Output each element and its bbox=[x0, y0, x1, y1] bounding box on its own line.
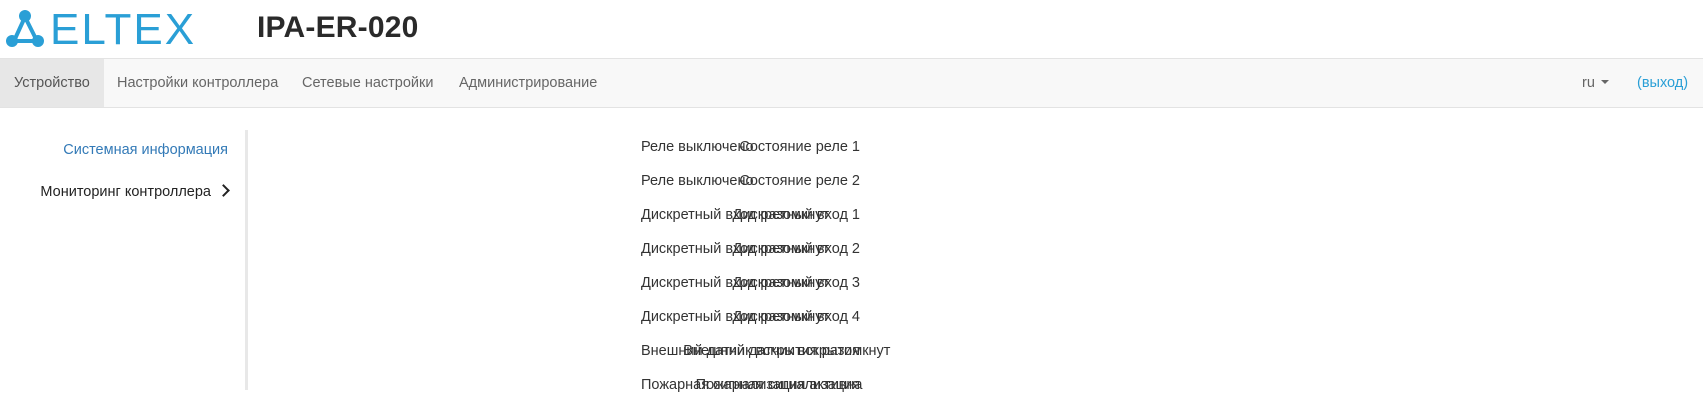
device-title: IPA-ER-020 bbox=[257, 11, 419, 44]
status-value: Реле выключено bbox=[641, 173, 754, 189]
page-header: ELTEX IPA-ER-020 bbox=[0, 0, 1703, 58]
status-row: Состояние реле 2 Реле выключено bbox=[250, 164, 1150, 198]
chevron-right-icon bbox=[217, 184, 230, 197]
status-value: Внешний датчик вскрытия разомкнут bbox=[641, 343, 891, 359]
eltex-logo-text: ELTEX bbox=[50, 8, 196, 48]
status-row: Дискретный вход 4 Дискретный вход разомк… bbox=[250, 300, 1150, 334]
nav-tab-controller-settings[interactable]: Настройки контроллера bbox=[117, 59, 278, 107]
status-value: Пожарная сигнализация активна bbox=[641, 377, 863, 393]
status-value: Дискретный вход разомкнут bbox=[641, 207, 830, 223]
nav-tab-administration[interactable]: Администрирование bbox=[459, 59, 597, 107]
status-value: Дискретный вход разомкнут bbox=[641, 241, 830, 257]
status-value: Дискретный вход разомкнут bbox=[641, 309, 830, 325]
sidebar-item-label: Системная информация bbox=[63, 142, 228, 158]
sidebar-item-label: Мониторинг контроллера bbox=[40, 184, 211, 200]
status-value: Дискретный вход разомкнут bbox=[641, 275, 830, 291]
caret-down-icon bbox=[1600, 80, 1609, 85]
main-navbar: Устройство Настройки контроллера Сетевые… bbox=[0, 58, 1703, 108]
sidebar-item-controller-monitoring[interactable]: Мониторинг контроллера bbox=[40, 184, 230, 200]
nav-tab-device[interactable]: Устройство bbox=[0, 59, 104, 107]
sidebar-item-system-info[interactable]: Системная информация bbox=[63, 142, 228, 158]
status-row: Внешний датчик вскрытия Внешний датчик в… bbox=[250, 334, 1150, 368]
status-label: Состояние реле 2 bbox=[739, 173, 860, 189]
status-row: Дискретный вход 3 Дискретный вход разомк… bbox=[250, 266, 1150, 300]
language-value: ru bbox=[1582, 75, 1595, 91]
language-dropdown[interactable]: ru bbox=[1582, 59, 1609, 107]
eltex-logo[interactable]: ELTEX bbox=[4, 8, 200, 48]
status-label: Состояние реле 1 bbox=[739, 139, 860, 155]
status-value: Реле выключено bbox=[641, 139, 754, 155]
status-row: Дискретный вход 2 Дискретный вход разомк… bbox=[250, 232, 1150, 266]
status-row: Дискретный вход 1 Дискретный вход разомк… bbox=[250, 198, 1150, 232]
logout-link[interactable]: (выход) bbox=[1637, 59, 1688, 107]
nav-tab-network-settings[interactable]: Сетевые настройки bbox=[302, 59, 433, 107]
sidebar: Системная информация Мониторинг контролл… bbox=[0, 130, 248, 390]
status-row: Состояние реле 1 Реле выключено bbox=[250, 130, 1150, 164]
status-row: Пожарная сигнализация Пожарная сигнализа… bbox=[250, 368, 1150, 402]
